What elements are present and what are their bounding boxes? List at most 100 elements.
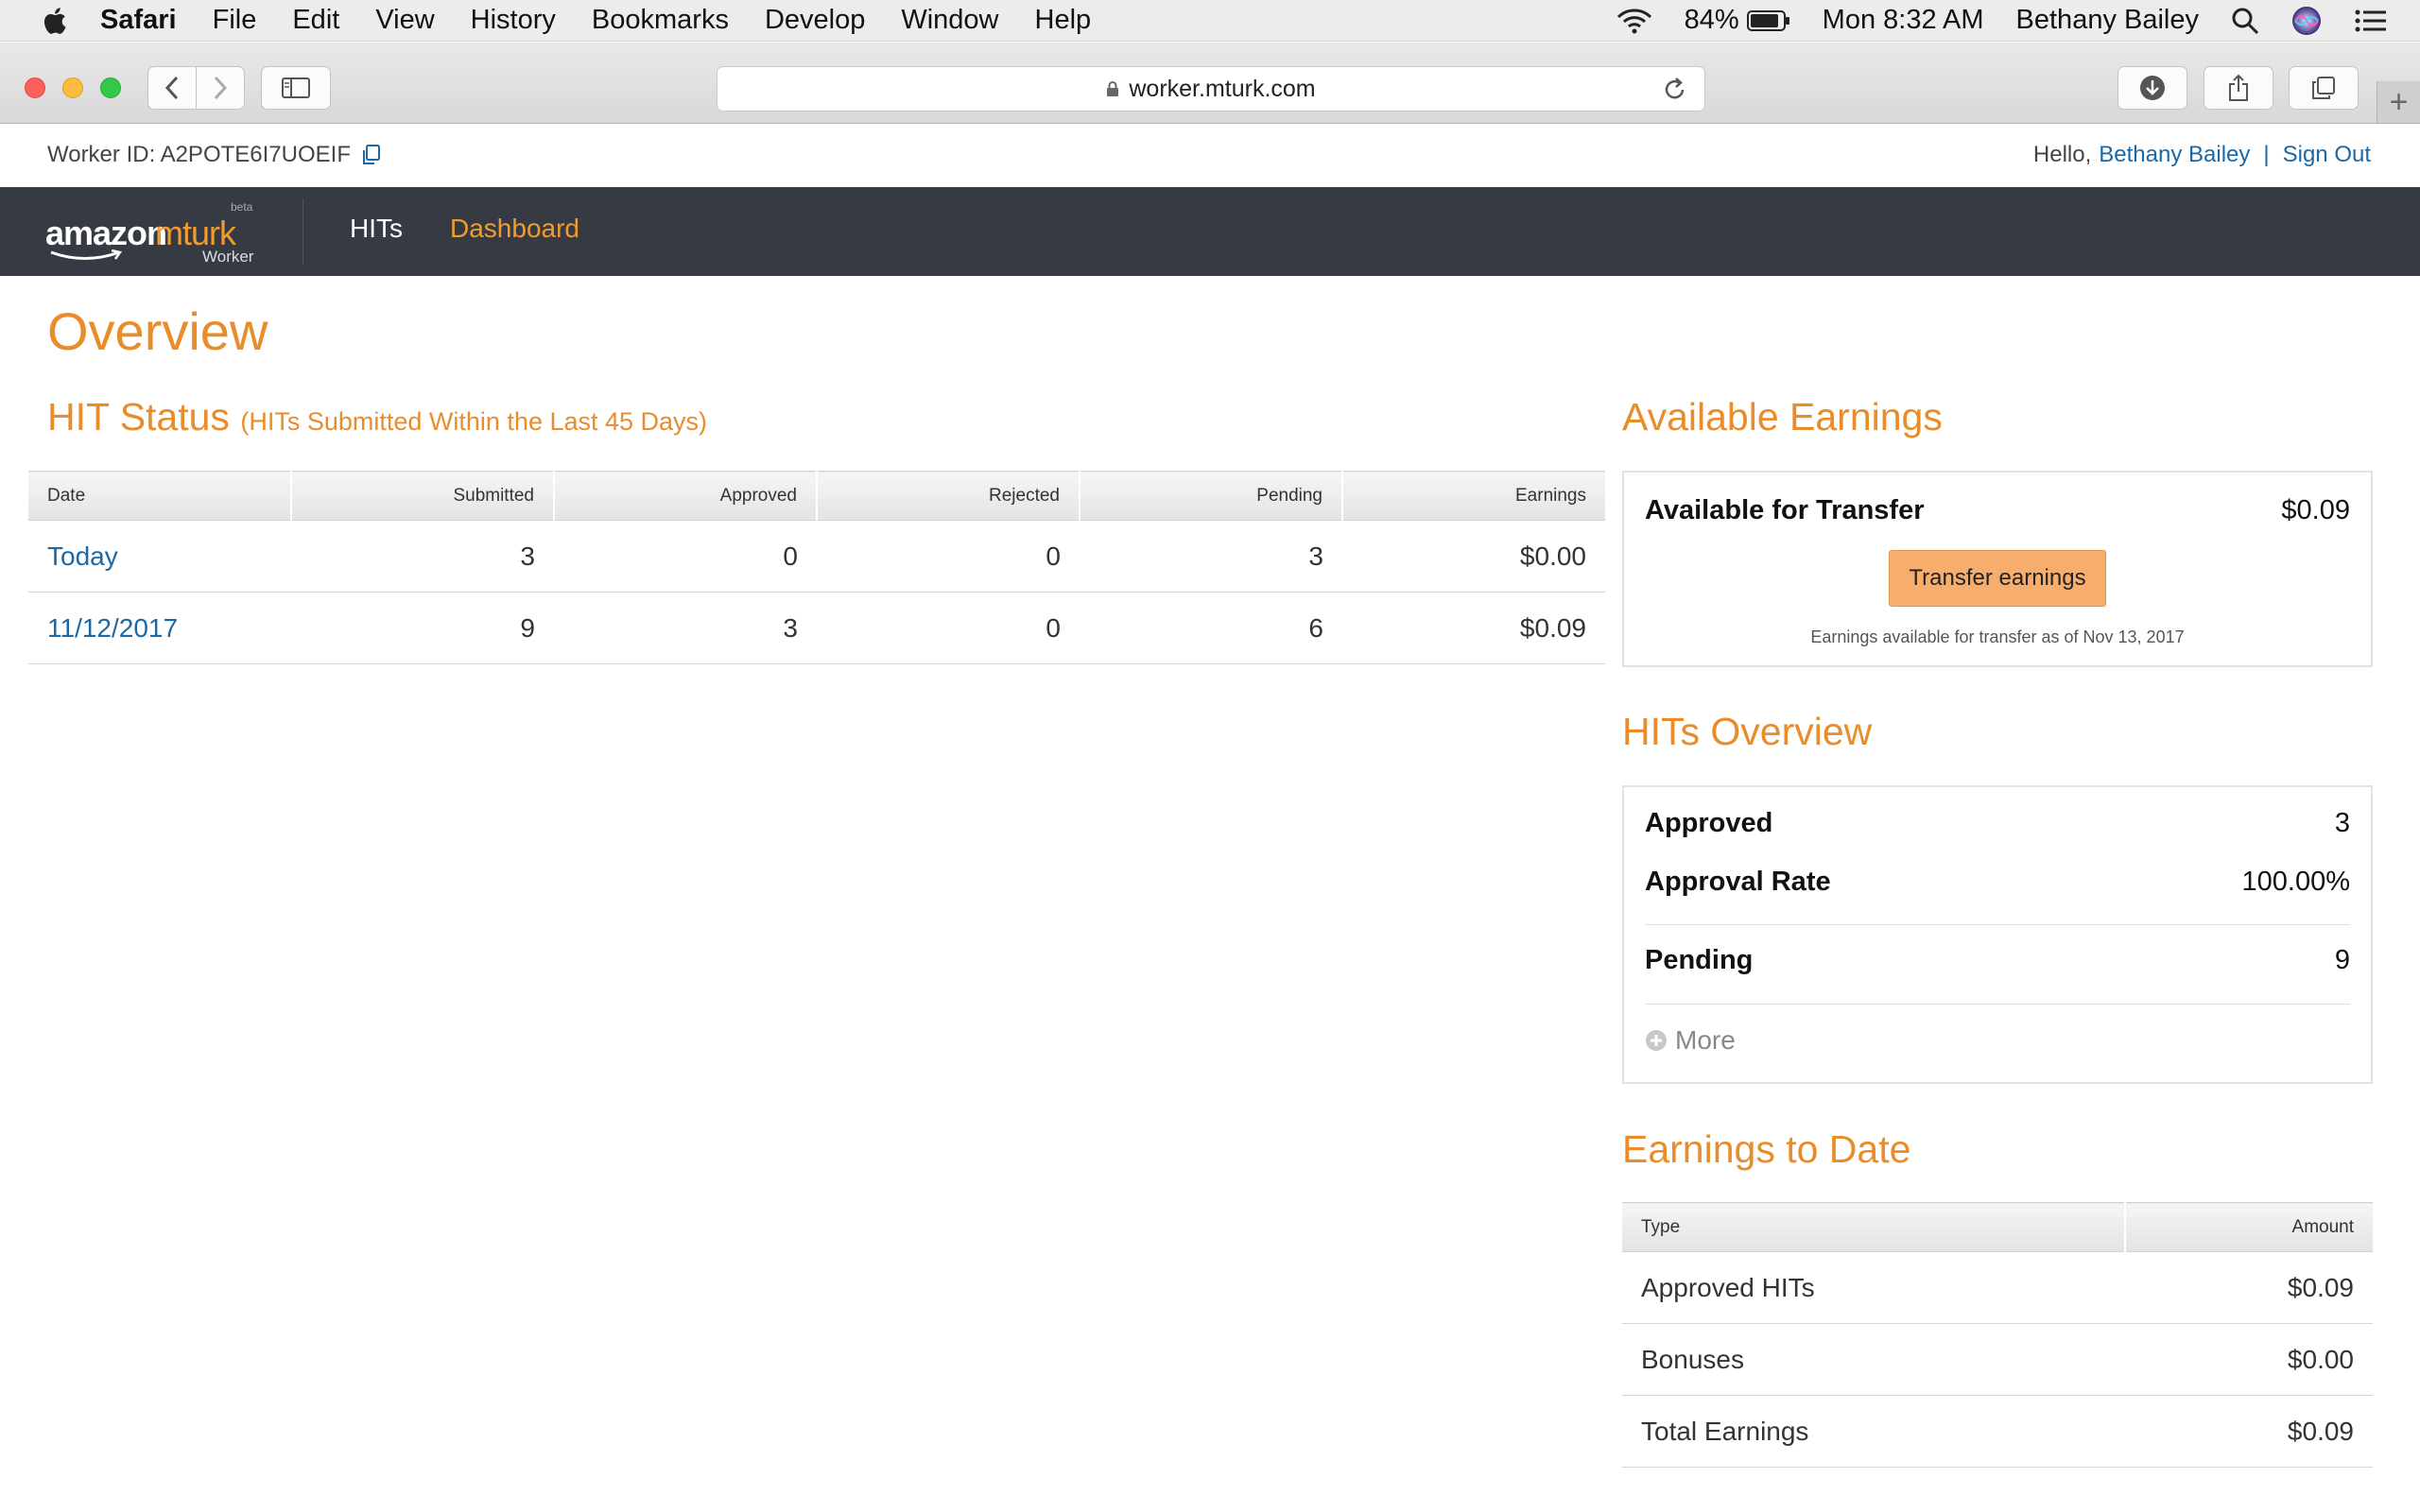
transfer-note: Earnings available for transfer as of No… (1810, 627, 2185, 646)
siri-icon[interactable] (2291, 6, 2322, 36)
menu-file[interactable]: File (213, 5, 257, 36)
battery-icon[interactable] (1746, 9, 1790, 32)
nav-hits-link[interactable]: HITs (350, 214, 403, 244)
page-title: Overview (47, 301, 268, 361)
separator: | (2263, 142, 2270, 167)
date-link[interactable]: Today (28, 520, 291, 593)
rejected-cell: 0 (817, 520, 1080, 593)
amount-cell: $0.00 (2125, 1323, 2373, 1396)
menu-history[interactable]: History (471, 5, 556, 36)
earnings-to-date-title: Earnings to Date (1622, 1127, 1911, 1171)
notification-center-icon[interactable] (2354, 8, 2388, 34)
download-icon (2140, 76, 2165, 100)
transfer-earnings-button[interactable]: Transfer earnings (1889, 550, 2106, 607)
available-amount: $0.09 (2281, 495, 2350, 525)
hit-status-subtitle: (HITs Submitted Within the Last 45 Days) (240, 407, 708, 436)
col-header-earnings[interactable]: Earnings (1341, 471, 1605, 521)
approval-rate-value: 100.00% (2241, 867, 2351, 897)
rejected-cell: 0 (817, 592, 1080, 664)
nav-dashboard-link[interactable]: Dashboard (450, 214, 579, 244)
logo-amazon: amazon (45, 214, 167, 252)
apple-menu-icon[interactable] (40, 6, 68, 36)
reload-icon[interactable] (1663, 77, 1687, 103)
zoom-window-button[interactable] (100, 77, 121, 98)
hits-overview-title: HITs Overview (1622, 710, 1873, 753)
greeting: Hello, Bethany Bailey | Sign Out (2033, 142, 2371, 168)
minimize-window-button[interactable] (62, 77, 83, 98)
menu-edit[interactable]: Edit (292, 5, 339, 36)
approval-rate-row: Approval Rate 100.00% (1645, 867, 2350, 898)
amazon-smile-icon (50, 249, 123, 260)
clock[interactable]: Mon 8:32 AM (1823, 5, 1984, 36)
user-name-link[interactable]: Bethany Bailey (2099, 142, 2250, 168)
table-row: Total Earnings $0.09 (1622, 1395, 2373, 1468)
macos-menu-bar: Safari File Edit View History Bookmarks … (0, 0, 2420, 42)
submitted-cell: 3 (291, 520, 554, 593)
type-cell: Bonuses (1622, 1323, 2125, 1396)
nav-divider (302, 198, 303, 265)
hit-status-title: HIT Status (47, 395, 230, 438)
battery-percent: 84% (1684, 5, 1739, 35)
current-user-menu[interactable]: Bethany Bailey (2016, 5, 2199, 36)
approved-cell: 3 (554, 592, 817, 664)
chevron-right-icon (214, 76, 228, 100)
address-bar[interactable]: worker.mturk.com (717, 66, 1705, 112)
more-toggle[interactable]: More (1645, 1025, 1736, 1056)
hits-overview-panel: Approved 3 Approval Rate 100.00% Pending… (1622, 785, 2373, 1084)
col-header-type: Type (1622, 1202, 2126, 1252)
table-row: Approved HITs $0.09 (1622, 1251, 2373, 1324)
pending-label: Pending (1645, 945, 1754, 975)
spotlight-search-icon[interactable] (2231, 7, 2259, 35)
col-header-amount: Amount (2125, 1202, 2373, 1252)
date-link[interactable]: 11/12/2017 (28, 592, 291, 664)
status-area: 84% Mon 8:32 AM Bethany Bailey (1616, 5, 2420, 36)
downloads-button[interactable] (2118, 66, 2187, 110)
available-for-transfer-row: Available for Transfer $0.09 (1645, 495, 2350, 526)
menu-app-name[interactable]: Safari (100, 5, 177, 36)
chevron-left-icon (164, 76, 179, 100)
menu-view[interactable]: View (375, 5, 434, 36)
tab-overview-button[interactable] (2289, 66, 2359, 110)
available-earnings-panel: Available for Transfer $0.09 Transfer ea… (1622, 471, 2373, 667)
sidebar-toggle-button[interactable] (261, 66, 331, 110)
share-button[interactable] (2204, 66, 2273, 110)
menu-develop[interactable]: Develop (765, 5, 865, 36)
menu-window[interactable]: Window (901, 5, 998, 36)
table-row: 11/12/2017 9 3 0 6 $0.09 (28, 592, 1605, 664)
sign-out-link[interactable]: Sign Out (2283, 142, 2371, 168)
forward-button[interactable] (196, 66, 245, 110)
approved-label: Approved (1645, 808, 1773, 838)
menu-bookmarks[interactable]: Bookmarks (592, 5, 729, 36)
plus-icon: + (2389, 83, 2409, 120)
pending-cell: 6 (1080, 592, 1342, 664)
col-header-approved[interactable]: Approved (553, 471, 817, 521)
back-button[interactable] (147, 66, 197, 110)
new-tab-button[interactable]: + (2377, 81, 2420, 123)
amount-cell: $0.09 (2125, 1395, 2373, 1468)
col-header-date[interactable]: Date (28, 471, 291, 521)
copy-icon[interactable] (360, 144, 383, 166)
col-header-submitted[interactable]: Submitted (290, 471, 554, 521)
approved-row: Approved 3 (1645, 808, 2350, 839)
type-cell: Total Earnings (1622, 1395, 2125, 1468)
mturk-logo[interactable]: amazon mturk beta Worker (45, 200, 263, 266)
wifi-icon[interactable] (1616, 8, 1652, 34)
col-header-pending[interactable]: Pending (1079, 471, 1342, 521)
close-window-button[interactable] (25, 77, 45, 98)
hit-status-table: Date Submitted Approved Rejected Pending… (28, 471, 1605, 664)
main-nav: amazon mturk beta Worker HITs Dashboard (0, 187, 2420, 276)
available-label: Available for Transfer (1645, 495, 1925, 525)
divider (1645, 1004, 2350, 1005)
col-header-rejected[interactable]: Rejected (816, 471, 1080, 521)
menu-help[interactable]: Help (1035, 5, 1092, 36)
account-bar: Worker ID: A2POTE6I7UOEIF Hello, Bethany… (0, 125, 2420, 187)
screen: Safari File Edit View History Bookmarks … (0, 0, 2420, 1512)
approved-value: 3 (2334, 808, 2350, 838)
amount-cell: $0.09 (2125, 1251, 2373, 1324)
worker-id: Worker ID: A2POTE6I7UOEIF (47, 142, 383, 168)
worker-id-text: Worker ID: A2POTE6I7UOEIF (47, 142, 351, 167)
pending-row: Pending 9 (1645, 945, 2350, 976)
table-header-row: Type Amount (1622, 1202, 2373, 1252)
table-header-row: Date Submitted Approved Rejected Pending… (28, 471, 1605, 521)
pending-cell: 3 (1080, 520, 1342, 593)
